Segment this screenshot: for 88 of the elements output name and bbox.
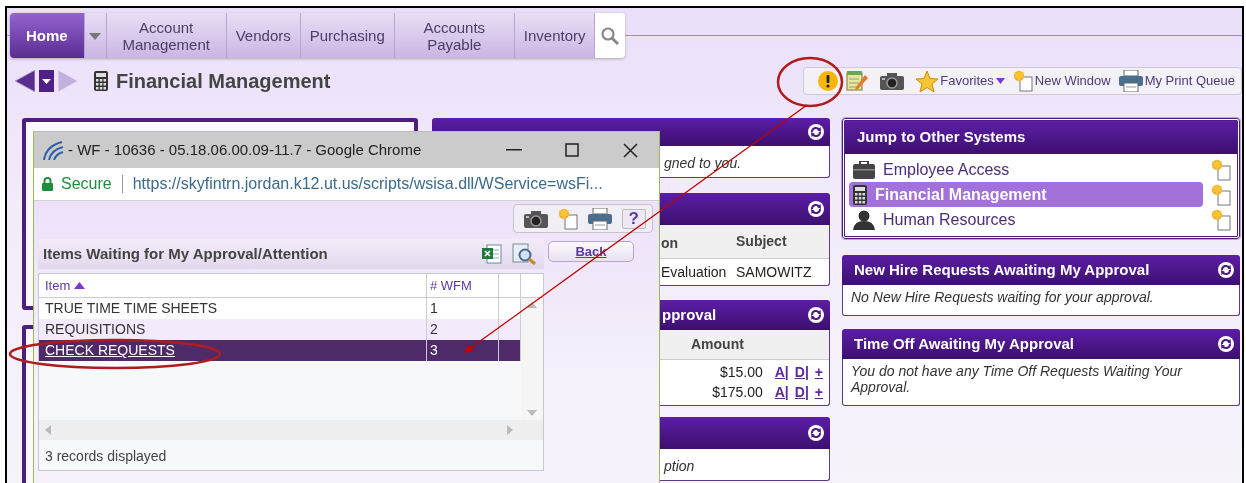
table-cell-text: TRUE TIME TIME SHEETS [45, 299, 218, 318]
refresh-icon[interactable] [808, 307, 824, 323]
column-header: Subject [736, 232, 787, 251]
panel-title: Time Off Awaiting My Approval [854, 333, 1076, 354]
action-link[interactable]: + [814, 361, 823, 383]
column-header[interactable]: Item [45, 275, 71, 296]
table-row[interactable]: TRUE TIME TIME SHEETS 1 [39, 298, 521, 319]
caret-icon [89, 32, 102, 40]
refresh-icon[interactable] [1218, 262, 1234, 278]
back-arrow-icon[interactable] [15, 70, 35, 92]
table-cell-text: REQUISITIONS [45, 320, 146, 339]
table-cell-text: SAMOWITZ [736, 262, 812, 282]
excel-export-icon[interactable] [482, 244, 502, 264]
security-label: Secure [61, 175, 123, 193]
briefcase-icon [853, 160, 875, 179]
panel-title: New Hire Requests Awaiting My Approval [854, 259, 1151, 280]
system-link[interactable]: Financial Management [849, 182, 1203, 207]
table-row[interactable]: REQUISITIONS 2 [39, 319, 521, 340]
system-link[interactable]: Employee Access [849, 157, 1203, 182]
refresh-icon[interactable] [808, 124, 824, 140]
minimize-icon [506, 149, 522, 151]
refresh-icon[interactable] [1218, 336, 1234, 352]
nav-tab[interactable]: Purchasing [300, 13, 395, 58]
print-queue-link[interactable]: My Print Queue [1118, 70, 1235, 92]
scrollbar[interactable] [521, 298, 543, 420]
panel-title: pproval [662, 304, 718, 325]
panel-title: Items Waiting for My Approval/Attention [43, 243, 329, 264]
table-cell-text: CHECK REQUESTS [45, 341, 175, 360]
action-link[interactable]: A| [774, 361, 789, 383]
page-title: Financial Management [116, 69, 331, 94]
amount-cell-text: $175.00 [712, 382, 763, 402]
lock-icon [42, 177, 53, 191]
nav-tab[interactable]: Home [10, 13, 85, 58]
star-icon [916, 70, 939, 92]
system-link[interactable]: Human Resources [849, 207, 1203, 232]
scrollbar[interactable] [39, 420, 543, 440]
table-cell-text: 1 [430, 299, 438, 318]
printer-icon[interactable] [587, 207, 612, 230]
window-title: - WF - 10636 - 05.18.06.00.09-11.7 - Google Chrome [68, 139, 423, 160]
action-link[interactable]: A| [774, 381, 789, 403]
url-text: https://skyfintrn.jordan.k12.ut.us/scripts/wsisa.dll/WService=wsFi... [132, 174, 603, 194]
maximize-icon [565, 143, 579, 157]
caret-icon [42, 78, 51, 84]
panel-message: No New Hire Requests waiting for your approval. [850, 288, 1155, 307]
alert-icon[interactable] [818, 71, 839, 91]
scroll-left-icon [45, 425, 51, 435]
column-header[interactable]: # WFM [430, 275, 472, 296]
table-row[interactable]: CHECK REQUESTS 3 [39, 340, 521, 361]
scroll-up-icon [527, 302, 537, 308]
calculator-icon [853, 184, 867, 205]
nav-tab[interactable]: Vendors [226, 13, 301, 58]
search-icon [601, 27, 620, 46]
column-header: on [661, 234, 680, 253]
table-cell-text: 2 [430, 320, 438, 339]
app-logo-icon [42, 140, 64, 160]
sort-icon[interactable] [74, 282, 86, 289]
action-link[interactable]: D| [794, 381, 809, 403]
scroll-right-icon [507, 425, 513, 435]
notepad-icon[interactable] [846, 70, 869, 92]
printer-icon[interactable] [1118, 70, 1143, 92]
record-count: 3 records displayed [44, 447, 168, 466]
table-cell-text: 3 [430, 341, 438, 360]
favorites-menu[interactable]: Favorites [916, 70, 1005, 92]
back-button[interactable]: Back [548, 241, 634, 262]
help-button[interactable]: ? [621, 208, 646, 229]
nav-tab[interactable]: Accounts Payable [394, 13, 515, 58]
nav-tab[interactable]: Account Management [106, 13, 227, 58]
person-icon [853, 209, 875, 230]
action-link[interactable]: D| [794, 361, 809, 383]
action-link[interactable]: + [814, 381, 823, 403]
amount-cell-text: $15.00 [719, 362, 763, 382]
close-icon [622, 142, 638, 158]
camera-icon[interactable] [523, 209, 548, 228]
caret-icon [995, 78, 1005, 84]
print-preview-icon[interactable] [512, 243, 536, 265]
panel-message: You do not have any Time Off Requests Waiting Your Approval. [849, 362, 1184, 397]
refresh-icon[interactable] [808, 201, 824, 217]
refresh-icon[interactable] [808, 425, 824, 441]
panel-title: Jump to Other Systems [857, 127, 1027, 148]
calculator-icon [94, 71, 108, 91]
column-header: Amount [691, 335, 744, 354]
search-button[interactable] [595, 13, 626, 58]
table-cell-text: Evaluation [661, 262, 728, 282]
camera-icon[interactable] [880, 72, 905, 90]
annotation-ellipse [776, 56, 844, 108]
history-dropdown[interactable] [39, 70, 54, 92]
new-window-link[interactable]: New Window [1012, 70, 1111, 92]
panel-message: ption [662, 457, 696, 476]
